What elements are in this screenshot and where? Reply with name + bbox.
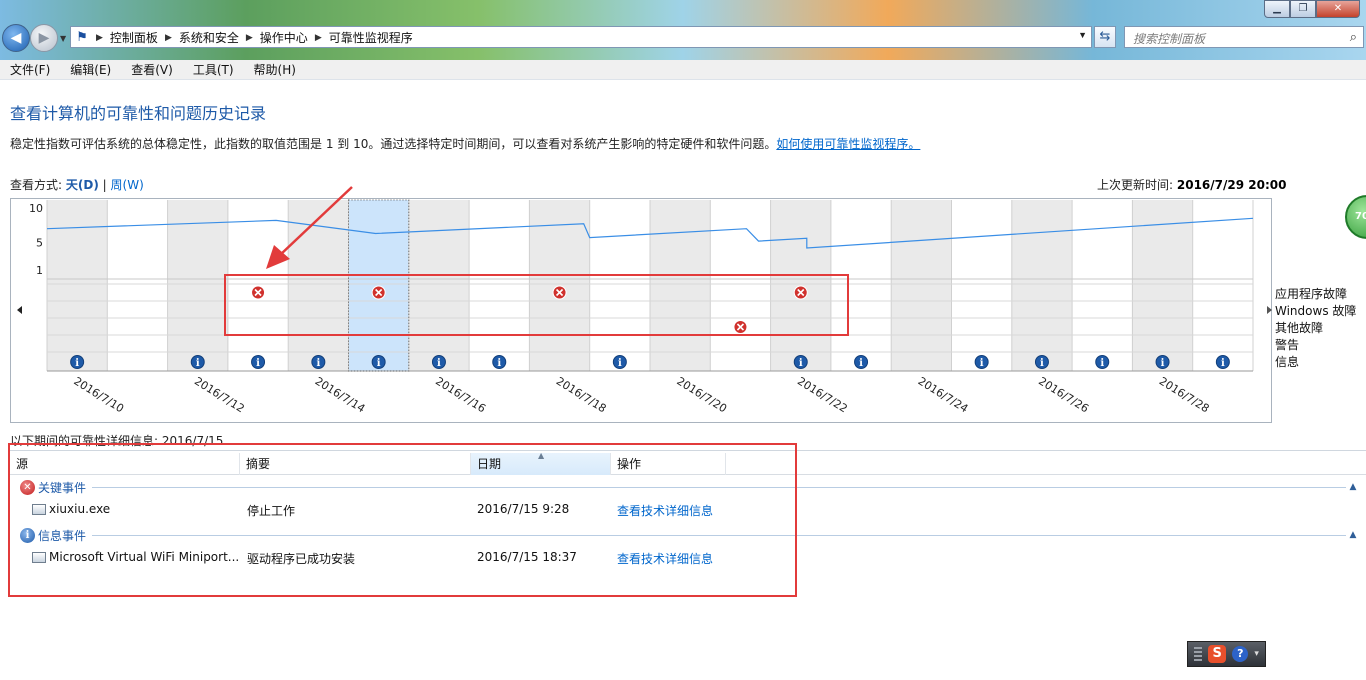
refresh-button[interactable]: ⇆: [1094, 26, 1116, 48]
breadcrumb-action-center[interactable]: 操作中心: [256, 29, 312, 46]
x-tick-label: 2016/7/22: [795, 375, 850, 416]
page-title: 查看计算机的可靠性和问题历史记录: [10, 104, 267, 123]
view-mode: 查看方式: 天(D) | 周(W): [10, 176, 144, 193]
page-description: 稳定性指数可评估系统的总体稳定性，此指数的取值范围是 1 到 10。通过选择特定…: [10, 135, 920, 152]
menu-arrow-icon[interactable]: ▾: [1254, 649, 1259, 659]
info-icon-glyph: i: [437, 358, 441, 369]
legend-misc-failures: 其他故障: [1275, 321, 1324, 335]
address-dropdown-icon[interactable]: ▼: [1078, 30, 1087, 40]
x-tick-label: 2016/7/24: [916, 375, 971, 416]
window-controls: ▁ ❐ ✕: [1264, 0, 1360, 20]
info-icon-glyph: i: [316, 358, 320, 369]
chart-column[interactable]: [1011, 200, 1073, 371]
legend-warnings: 警告: [1275, 338, 1300, 352]
chart-column[interactable]: [951, 200, 1012, 371]
search-icon[interactable]: ⌕: [1350, 29, 1357, 45]
info-icon-glyph: i: [1100, 358, 1104, 369]
chart-column[interactable]: [891, 200, 952, 371]
description-text: 稳定性指数可评估系统的总体稳定性，此指数的取值范围是 1 到 10。通过选择特定…: [10, 137, 777, 151]
chart-column[interactable]: [167, 200, 228, 371]
refresh-icon: ⇆: [1099, 29, 1111, 44]
menu-help[interactable]: 帮助(H): [244, 61, 306, 78]
info-icon-glyph: i: [75, 358, 79, 369]
x-tick-label: 2016/7/16: [433, 375, 488, 416]
info-icon-glyph: i: [377, 358, 381, 369]
breadcrumb-reliability-monitor[interactable]: 可靠性监视程序: [325, 29, 417, 46]
info-icon-glyph: i: [1040, 358, 1044, 369]
y-tick-label: 10: [29, 202, 43, 215]
menu-view[interactable]: 查看(V): [121, 61, 183, 78]
x-tick-label: 2016/7/10: [71, 375, 126, 416]
x-tick-label: 2016/7/12: [192, 375, 247, 416]
info-icon-glyph: i: [1221, 358, 1225, 369]
chart-column[interactable]: [1192, 200, 1253, 371]
drag-handle-icon[interactable]: [1194, 647, 1203, 661]
info-icon-glyph: i: [497, 358, 501, 369]
window-titlebar: ▁ ❐ ✕ ◀ ▶ ▼ ⚑ ▶ 控制面板 ▶ 系统和安全 ▶ 操作中心 ▶ 可靠…: [0, 0, 1366, 60]
minimize-button[interactable]: ▁: [1264, 0, 1290, 18]
score-badge: 70: [1345, 195, 1366, 239]
chevron-right-icon[interactable]: ▶: [162, 32, 175, 43]
x-tick-label: 2016/7/28: [1157, 375, 1212, 416]
breadcrumb-system-security[interactable]: 系统和安全: [175, 29, 243, 46]
info-icon-glyph: i: [859, 358, 863, 369]
collapse-icon[interactable]: ▲: [1346, 482, 1360, 492]
info-icon-glyph: i: [618, 358, 622, 369]
annotation-arrow: [266, 186, 353, 269]
chart-column[interactable]: [47, 200, 108, 371]
sogou-logo-icon[interactable]: S: [1208, 645, 1227, 663]
y-tick-label: 5: [36, 236, 43, 249]
annotation-highlight-box: [224, 274, 849, 336]
info-icon-glyph: i: [799, 358, 803, 369]
close-button[interactable]: ✕: [1316, 0, 1360, 18]
x-tick-label: 2016/7/14: [313, 375, 368, 416]
info-icon-glyph: i: [196, 358, 200, 369]
view-separator: |: [102, 178, 107, 192]
back-button[interactable]: ◀: [2, 24, 30, 52]
forward-button[interactable]: ▶: [30, 24, 58, 52]
menu-edit[interactable]: 编辑(E): [60, 61, 121, 78]
last-update: 上次更新时间: 2016/7/29 20:00: [1097, 176, 1286, 193]
search-placeholder: 搜索控制面板: [1133, 32, 1206, 46]
search-input[interactable]: 搜索控制面板 ⌕: [1124, 26, 1364, 48]
legend-app-failures: 应用程序故障: [1275, 287, 1348, 301]
scroll-left-icon[interactable]: [17, 306, 22, 314]
view-week-option[interactable]: 周(W): [111, 178, 144, 192]
view-day-option[interactable]: 天(D): [66, 178, 99, 192]
legend-windows-failures: Windows 故障: [1275, 304, 1357, 318]
control-panel-flag-icon: ⚑: [76, 29, 88, 44]
chevron-right-icon[interactable]: ▶: [243, 32, 256, 43]
breadcrumb-control-panel[interactable]: 控制面板: [106, 29, 162, 46]
scroll-right-icon[interactable]: [1267, 306, 1272, 314]
ime-toolbar[interactable]: S ? ▾: [1187, 641, 1266, 667]
last-update-label: 上次更新时间:: [1097, 178, 1174, 192]
collapse-icon[interactable]: ▲: [1346, 530, 1360, 540]
help-link[interactable]: 如何使用可靠性监视程序。: [776, 137, 920, 151]
view-mode-label: 查看方式:: [10, 178, 63, 192]
address-bar[interactable]: ⚑ ▶ 控制面板 ▶ 系统和安全 ▶ 操作中心 ▶ 可靠性监视程序 ▼: [70, 26, 1092, 48]
restore-button[interactable]: ❐: [1290, 0, 1316, 18]
last-update-value: 2016/7/29 20:00: [1176, 178, 1287, 192]
recent-pages-dropdown[interactable]: ▼: [60, 34, 66, 43]
legend-information: 信息: [1275, 355, 1300, 369]
chevron-right-icon[interactable]: ▶: [312, 32, 325, 43]
back-arrow-icon: ◀: [10, 30, 22, 46]
info-icon-glyph: i: [980, 358, 984, 369]
info-icon-glyph: i: [256, 358, 260, 369]
help-icon[interactable]: ?: [1232, 646, 1249, 662]
menu-bar: 文件(F) 编辑(E) 查看(V) 工具(T) 帮助(H): [0, 60, 1366, 80]
x-tick-label: 2016/7/18: [554, 375, 609, 416]
chevron-right-icon[interactable]: ▶: [93, 32, 106, 43]
x-tick-label: 2016/7/26: [1036, 375, 1091, 416]
x-tick-label: 2016/7/20: [674, 375, 729, 416]
y-tick-label: 1: [36, 264, 43, 277]
menu-file[interactable]: 文件(F): [0, 61, 60, 78]
info-icon-glyph: i: [1161, 358, 1165, 369]
menu-tools[interactable]: 工具(T): [183, 61, 244, 78]
forward-arrow-icon: ▶: [38, 30, 50, 46]
annotation-highlight-box: [8, 443, 797, 597]
chart-column[interactable]: [1072, 200, 1133, 371]
